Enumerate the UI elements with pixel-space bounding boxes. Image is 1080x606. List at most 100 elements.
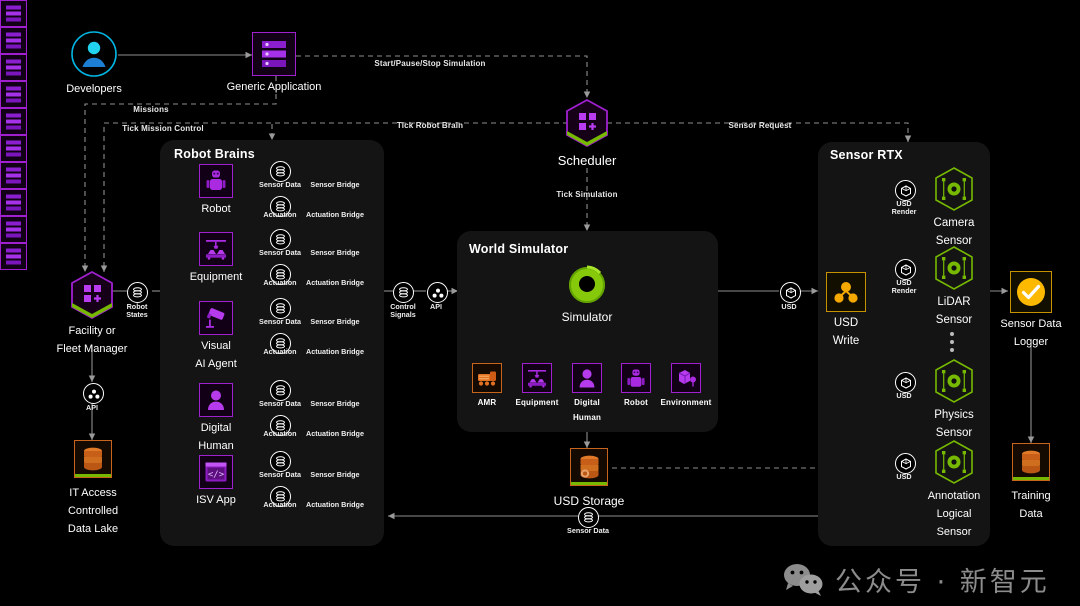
node-asset-robot[interactable]: Robot <box>621 363 651 408</box>
robot-brains-title: Robot Brains <box>174 147 255 161</box>
robot-icon <box>199 164 233 198</box>
sensor-bridge-box-2[interactable] <box>0 54 27 81</box>
annotation-sensor-label-line3: Sensor <box>937 526 972 539</box>
node-robot-brain-isv-app[interactable]: </> ISV App <box>199 455 233 507</box>
node-lidar-sensor[interactable]: LiDAR Sensor <box>932 245 976 327</box>
edge-label-tick-mission-control: Tick Mission Control <box>122 124 204 133</box>
api-circle-icon <box>83 383 104 404</box>
edge-label-sensor-request: Sensor Request <box>728 121 791 130</box>
node-asset-amr[interactable]: AMR <box>472 363 502 408</box>
node-generic-application[interactable]: Generic Application <box>252 32 296 94</box>
usd-label-physics: USD <box>896 392 911 400</box>
node-physics-sensor[interactable]: Physics Sensor <box>932 358 976 440</box>
sensor-data-logger-label-line1: Sensor Data <box>1000 318 1061 331</box>
usd-label-center: USD <box>781 303 796 311</box>
actuation-bridge-box-2[interactable] <box>0 81 27 108</box>
node-it-access-data-lake[interactable]: IT Access Controlled Data Lake <box>74 440 112 536</box>
node-asset-environment[interactable]: Environment <box>671 363 701 408</box>
database-stack-icon <box>74 440 112 478</box>
actuation-bridge-box-4[interactable] <box>0 189 27 216</box>
node-robot-brain-robot[interactable]: Robot <box>199 164 233 216</box>
node-usd-storage[interactable]: USD Storage <box>570 448 608 508</box>
sensor-bridge-box-3[interactable] <box>0 108 27 135</box>
edge-label-start-pause-stop: Start/Pause/Stop Simulation <box>374 59 485 68</box>
sensor-bridge-box-1[interactable] <box>0 0 27 27</box>
equipment-icon <box>522 363 552 393</box>
wechat-icon <box>782 563 824 597</box>
amr-vehicle-icon <box>472 363 502 393</box>
node-developers[interactable]: Developers <box>70 30 118 96</box>
sensor-bridge-box-4[interactable] <box>0 162 27 189</box>
usd-label-annotation: USD <box>896 473 911 481</box>
sensor-bridge-box-5[interactable] <box>0 216 27 243</box>
sensor-bridge-label-2: Sensor Bridge <box>310 249 359 257</box>
fleet-manager-hexagon-icon <box>69 270 115 320</box>
robot-brain-visual-label-line2: AI Agent <box>195 358 237 371</box>
sensor-hexagon-icon <box>932 245 976 291</box>
node-training-data[interactable]: Training Data <box>1012 443 1050 521</box>
actuation-bridge-box-5[interactable] <box>0 243 27 270</box>
lidar-sensor-label-line2: Sensor <box>936 314 972 327</box>
node-camera-sensor[interactable]: Camera Sensor <box>932 166 976 248</box>
node-simulator[interactable]: Simulator <box>566 264 608 324</box>
asset-robot-label: Robot <box>624 398 648 408</box>
node-asset-digital-human[interactable]: Digital Human <box>572 363 602 422</box>
sensor-data-label-4: Sensor Data <box>259 400 301 408</box>
scheduler-hexagon-icon <box>564 98 610 148</box>
facility-label-line1: Facility or <box>68 325 115 338</box>
node-annotation-logical-sensor[interactable]: Annotation Logical Sensor <box>932 439 976 539</box>
api-label-center: API <box>430 303 442 311</box>
robot-brain-robot-label: Robot <box>201 203 230 216</box>
green-underbar <box>1013 477 1049 480</box>
usd-chip-annotation <box>895 453 916 474</box>
facility-label-line2: Fleet Manager <box>57 343 128 356</box>
actuation-bridge-label-4: Actuation Bridge <box>306 430 364 438</box>
actuation-bridge-box-1[interactable] <box>0 27 27 54</box>
data-stack-icon <box>127 282 148 303</box>
sensor-data-chip-bottom <box>578 507 599 528</box>
physics-sensor-label-line1: Physics <box>934 409 974 422</box>
node-facility-fleet-manager[interactable]: Facility or Fleet Manager <box>69 270 115 356</box>
actuation-label-2: Actuation <box>263 279 296 287</box>
sensor-data-chip-1 <box>270 161 291 182</box>
node-scheduler[interactable]: Scheduler <box>564 98 610 168</box>
developers-label: Developers <box>66 83 122 96</box>
asset-dh-label-line1: Digital <box>574 398 600 408</box>
data-lake-label-line3: Data Lake <box>68 523 118 536</box>
sensor-data-label-2: Sensor Data <box>259 249 301 257</box>
node-robot-brain-digital-human[interactable]: Digital Human <box>199 383 233 453</box>
usd-render-chip-camera <box>895 180 916 201</box>
robot-states-label-line2: States <box>126 311 148 319</box>
data-lake-label-line2: Controlled <box>68 505 118 518</box>
generic-application-label: Generic Application <box>227 81 322 94</box>
world-simulator-title: World Simulator <box>469 242 568 256</box>
usd-write-label-line2: Write <box>833 335 860 348</box>
actuation-bridge-label-3: Actuation Bridge <box>306 348 364 356</box>
actuation-label-1: Actuation <box>263 211 296 219</box>
green-underbar <box>75 474 111 477</box>
api-circle-icon-center <box>427 282 448 303</box>
environment-icon <box>671 363 701 393</box>
sensor-data-label-bottom: Sensor Data <box>567 527 609 535</box>
camera-sensor-label-line1: Camera <box>934 217 975 230</box>
sensor-data-chip-4 <box>270 380 291 401</box>
digital-human-icon <box>199 383 233 417</box>
node-asset-equipment[interactable]: Equipment <box>522 363 552 408</box>
robot-brain-isv-label: ISV App <box>196 494 236 507</box>
sensor-bridge-label-3: Sensor Bridge <box>310 318 359 326</box>
annotation-sensor-label-line2: Logical <box>937 508 972 521</box>
usd-write-icon <box>826 272 866 312</box>
actuation-bridge-label-2: Actuation Bridge <box>306 279 364 287</box>
node-robot-brain-visual-ai-agent[interactable]: Visual AI Agent <box>199 301 233 371</box>
node-robot-brain-equipment[interactable]: Equipment <box>199 232 233 284</box>
asset-equipment-label: Equipment <box>515 398 558 408</box>
sensor-bridge-label-4: Sensor Bridge <box>310 400 359 408</box>
node-usd-write[interactable]: USD Write <box>826 272 866 348</box>
watermark-text: 公众号 · 新智元 <box>835 560 1050 599</box>
vertical-dots-ellipsis <box>950 332 954 352</box>
robot-brain-dh-label-line1: Digital <box>201 422 232 435</box>
application-server-icon <box>252 32 296 76</box>
node-sensor-data-logger[interactable]: Sensor Data Logger <box>1010 271 1052 349</box>
actuation-bridge-box-3[interactable] <box>0 135 27 162</box>
robot-brain-visual-label-line1: Visual <box>201 340 231 353</box>
